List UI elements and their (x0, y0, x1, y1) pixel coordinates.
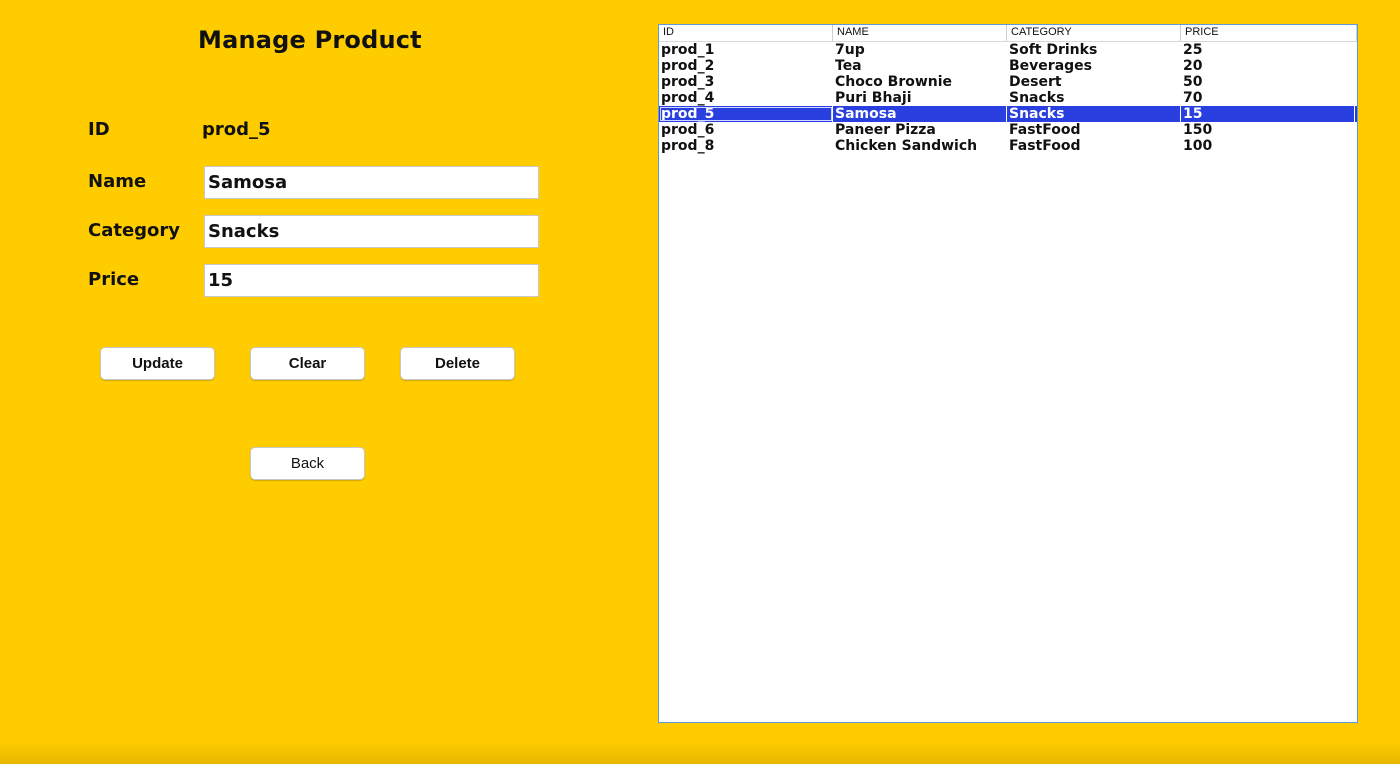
cell-category: Beverages (1009, 58, 1092, 74)
name-label: Name (88, 171, 147, 192)
category-label: Category (88, 220, 181, 241)
table-row-selected[interactable]: prod_5 Samosa Snacks 15 (659, 106, 1357, 122)
price-field[interactable] (204, 264, 539, 297)
cell-price: 50 (1183, 74, 1203, 90)
cell-price: 150 (1183, 122, 1213, 138)
manage-product-window: Manage Product ID prod_5 Name Category P… (0, 0, 1400, 764)
cell-category: Desert (1009, 74, 1062, 90)
table-row[interactable]: prod_1 7up Soft Drinks 25 (659, 42, 1357, 58)
cell-category: FastFood (1009, 138, 1081, 154)
cell-id: prod_8 (661, 138, 715, 154)
page-title: Manage Product (198, 26, 422, 54)
cell-name: Choco Brownie (835, 74, 953, 90)
cell-id: prod_3 (661, 74, 715, 90)
column-header-category[interactable]: CATEGORY (1007, 25, 1181, 41)
cell-name: 7up (835, 42, 865, 58)
cell-category: FastFood (1009, 122, 1081, 138)
cell-price: 70 (1183, 90, 1203, 106)
table-row[interactable]: prod_4 Puri Bhaji Snacks 70 (659, 90, 1357, 106)
cell-name: Chicken Sandwich (835, 138, 978, 154)
cell-id: prod_6 (661, 122, 715, 138)
window-bottom-shadow (0, 742, 1400, 764)
product-table[interactable]: ID NAME CATEGORY PRICE prod_1 7up Soft D… (658, 24, 1358, 723)
cell-category: Soft Drinks (1009, 42, 1098, 58)
cell-category: Snacks (1009, 90, 1065, 106)
price-label: Price (88, 269, 140, 290)
cell-name: Samosa (833, 106, 1007, 122)
back-button[interactable]: Back (250, 447, 365, 480)
column-header-id[interactable]: ID (659, 25, 833, 41)
category-field[interactable] (204, 215, 539, 248)
cell-category: Snacks (1007, 106, 1181, 122)
column-header-name[interactable]: NAME (833, 25, 1007, 41)
table-header: ID NAME CATEGORY PRICE (659, 25, 1357, 42)
cell-id: prod_1 (661, 42, 715, 58)
update-button[interactable]: Update (100, 347, 215, 380)
cell-id: prod_2 (661, 58, 715, 74)
id-value: prod_5 (202, 119, 271, 140)
cell-name: Tea (835, 58, 862, 74)
table-row[interactable]: prod_2 Tea Beverages 20 (659, 58, 1357, 74)
cell-price: 15 (1181, 106, 1355, 122)
column-header-price[interactable]: PRICE (1181, 25, 1357, 41)
cell-name: Paneer Pizza (835, 122, 936, 138)
cell-id: prod_4 (661, 90, 715, 106)
name-field[interactable] (204, 166, 539, 199)
table-row[interactable]: prod_6 Paneer Pizza FastFood 150 (659, 122, 1357, 138)
cell-price: 100 (1183, 138, 1213, 154)
cell-id: prod_5 (659, 106, 833, 122)
id-label: ID (88, 119, 110, 140)
delete-button[interactable]: Delete (400, 347, 515, 380)
cell-price: 25 (1183, 42, 1203, 58)
cell-price: 20 (1183, 58, 1203, 74)
cell-name: Puri Bhaji (835, 90, 912, 106)
table-row[interactable]: prod_8 Chicken Sandwich FastFood 100 (659, 138, 1357, 154)
table-row[interactable]: prod_3 Choco Brownie Desert 50 (659, 74, 1357, 90)
clear-button[interactable]: Clear (250, 347, 365, 380)
